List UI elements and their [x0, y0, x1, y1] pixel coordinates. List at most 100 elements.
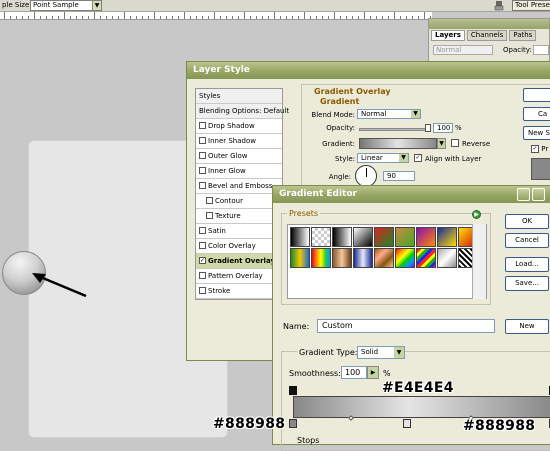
style-item-drop-shadow[interactable]: Drop Shadow [196, 119, 282, 134]
angle-dial[interactable] [355, 165, 377, 187]
style-item-label: Color Overlay [208, 242, 256, 250]
preset-swatch[interactable] [374, 248, 394, 268]
tab-paths[interactable]: Paths [509, 30, 537, 41]
presets-menu-icon[interactable]: ▶ [472, 210, 481, 219]
style-select[interactable]: Linear ▼ [357, 153, 409, 163]
tab-channels[interactable]: Channels [466, 30, 508, 41]
style-item-stroke[interactable]: Stroke [196, 284, 282, 299]
ok-button[interactable]: OK [505, 214, 549, 229]
checkbox[interactable] [199, 136, 206, 144]
sample-size-select[interactable]: Point Sample ▼ [30, 0, 102, 11]
preview-swatch [531, 158, 550, 180]
preset-swatch[interactable] [416, 227, 436, 247]
preset-swatch[interactable] [395, 248, 415, 268]
style-item-blending-options[interactable]: Blending Options: Default [196, 104, 289, 119]
style-item-pattern-overlay[interactable]: Pattern Overlay [196, 269, 282, 284]
style-item-bevel-emboss[interactable]: Bevel and Emboss [196, 179, 282, 194]
gradient-swatch[interactable] [359, 138, 437, 149]
layer-opacity-input[interactable] [533, 45, 549, 55]
layer-blend-mode-select[interactable]: Normal [433, 45, 493, 55]
gradient-label: Gradient: [322, 140, 355, 148]
checkbox[interactable] [206, 196, 213, 204]
layers-panel-titlebar[interactable] [429, 19, 549, 29]
presets-scrollbar[interactable] [472, 224, 486, 299]
preset-swatch[interactable] [395, 227, 415, 247]
presets-label: Presets [287, 209, 321, 218]
preview-checkbox[interactable]: ✓ [531, 145, 539, 153]
name-input[interactable]: Custom [317, 319, 495, 333]
preset-swatch[interactable] [332, 248, 352, 268]
reverse-checkbox[interactable] [451, 139, 459, 147]
preset-swatch[interactable] [311, 227, 331, 247]
preset-swatch[interactable] [437, 227, 457, 247]
style-item-inner-glow[interactable]: Inner Glow [196, 164, 282, 179]
preview-toggle[interactable]: ✓ Pr [531, 145, 548, 153]
checkbox-checked[interactable]: ✓ [199, 256, 206, 264]
ruler-tick [220, 16, 221, 19]
checkbox[interactable] [199, 241, 206, 249]
style-item-outer-glow[interactable]: Outer Glow [196, 149, 282, 164]
stamp-icon[interactable] [494, 0, 504, 11]
ruler-tick [184, 12, 185, 19]
maximize-icon[interactable] [532, 188, 545, 201]
style-item-styles[interactable]: Styles [196, 89, 282, 104]
chevron-down-icon[interactable]: ▼ [437, 138, 446, 149]
preset-swatch[interactable] [290, 248, 310, 268]
checkbox[interactable] [199, 226, 206, 234]
ruler-tick [148, 16, 149, 19]
style-item-satin[interactable]: Satin [196, 224, 282, 239]
style-item-texture[interactable]: Texture [196, 209, 282, 224]
opacity-stop-left[interactable] [289, 386, 297, 395]
checkbox[interactable] [199, 151, 206, 159]
opacity-input[interactable]: 100 [433, 123, 453, 133]
blend-mode-value: Normal [361, 110, 387, 118]
angle-input[interactable]: 90 [383, 171, 415, 181]
preset-swatch[interactable] [311, 248, 331, 268]
color-stop-center[interactable] [403, 419, 411, 428]
ruler-tick [406, 16, 407, 19]
load-button[interactable]: Load... [505, 257, 549, 272]
cancel-button[interactable]: Ca [523, 107, 550, 121]
checkbox[interactable] [199, 121, 206, 129]
blend-mode-select[interactable]: Normal ▼ [357, 109, 421, 119]
tool-presets-button[interactable]: Tool Prese [512, 0, 550, 11]
style-item-gradient-overlay[interactable]: ✓ Gradient Overlay [196, 254, 282, 269]
ruler-tick [340, 16, 341, 19]
checkbox[interactable] [199, 166, 206, 174]
preset-swatch[interactable] [437, 248, 457, 268]
ruler-tick [106, 16, 107, 19]
ok-button[interactable] [523, 88, 550, 102]
gradient-bar[interactable] [293, 396, 550, 418]
style-item-inner-shadow[interactable]: Inner Shadow [196, 134, 282, 149]
preset-swatches [287, 224, 487, 299]
preset-swatch[interactable] [353, 248, 373, 268]
checkbox[interactable] [199, 271, 206, 279]
smoothness-stepper[interactable]: ▶ [367, 366, 379, 379]
style-item-contour[interactable]: Contour [196, 194, 282, 209]
gradient-type-select[interactable]: Solid ▼ [357, 346, 405, 359]
preset-swatch[interactable] [374, 227, 394, 247]
save-button[interactable]: Save... [505, 276, 549, 291]
preset-swatch[interactable] [290, 227, 310, 247]
opacity-slider-handle[interactable] [425, 124, 431, 132]
preset-swatch[interactable] [353, 227, 373, 247]
smoothness-input[interactable]: 100 [341, 366, 367, 379]
checkbox[interactable] [199, 181, 206, 189]
tab-layers[interactable]: Layers [431, 30, 465, 41]
gradient-editor-title[interactable]: Gradient Editor [273, 186, 550, 203]
minimize-icon[interactable] [517, 188, 530, 201]
style-item-color-overlay[interactable]: Color Overlay [196, 239, 282, 254]
new-style-button[interactable]: New S [523, 126, 550, 140]
align-with-layer-checkbox[interactable]: ✓ [414, 154, 422, 162]
new-button[interactable]: New [505, 319, 549, 334]
checkbox[interactable] [206, 211, 213, 219]
ruler-tick [322, 16, 323, 19]
layer-style-title[interactable]: Layer Style [187, 62, 550, 79]
preset-swatch[interactable] [332, 227, 352, 247]
preset-swatch[interactable] [416, 248, 436, 268]
opacity-slider[interactable] [359, 128, 427, 131]
ruler-tick [370, 16, 371, 19]
color-stop-left[interactable] [289, 419, 297, 428]
cancel-button[interactable]: Cancel [505, 233, 549, 248]
checkbox[interactable] [199, 286, 206, 294]
